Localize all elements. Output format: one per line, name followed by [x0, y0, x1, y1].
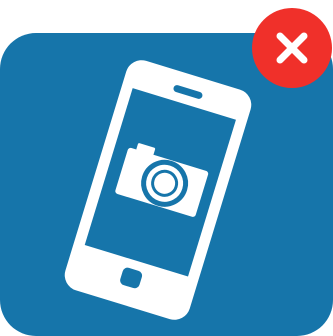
- close-button[interactable]: [252, 8, 332, 88]
- app-icon: [0, 0, 333, 336]
- close-icon: [276, 32, 308, 64]
